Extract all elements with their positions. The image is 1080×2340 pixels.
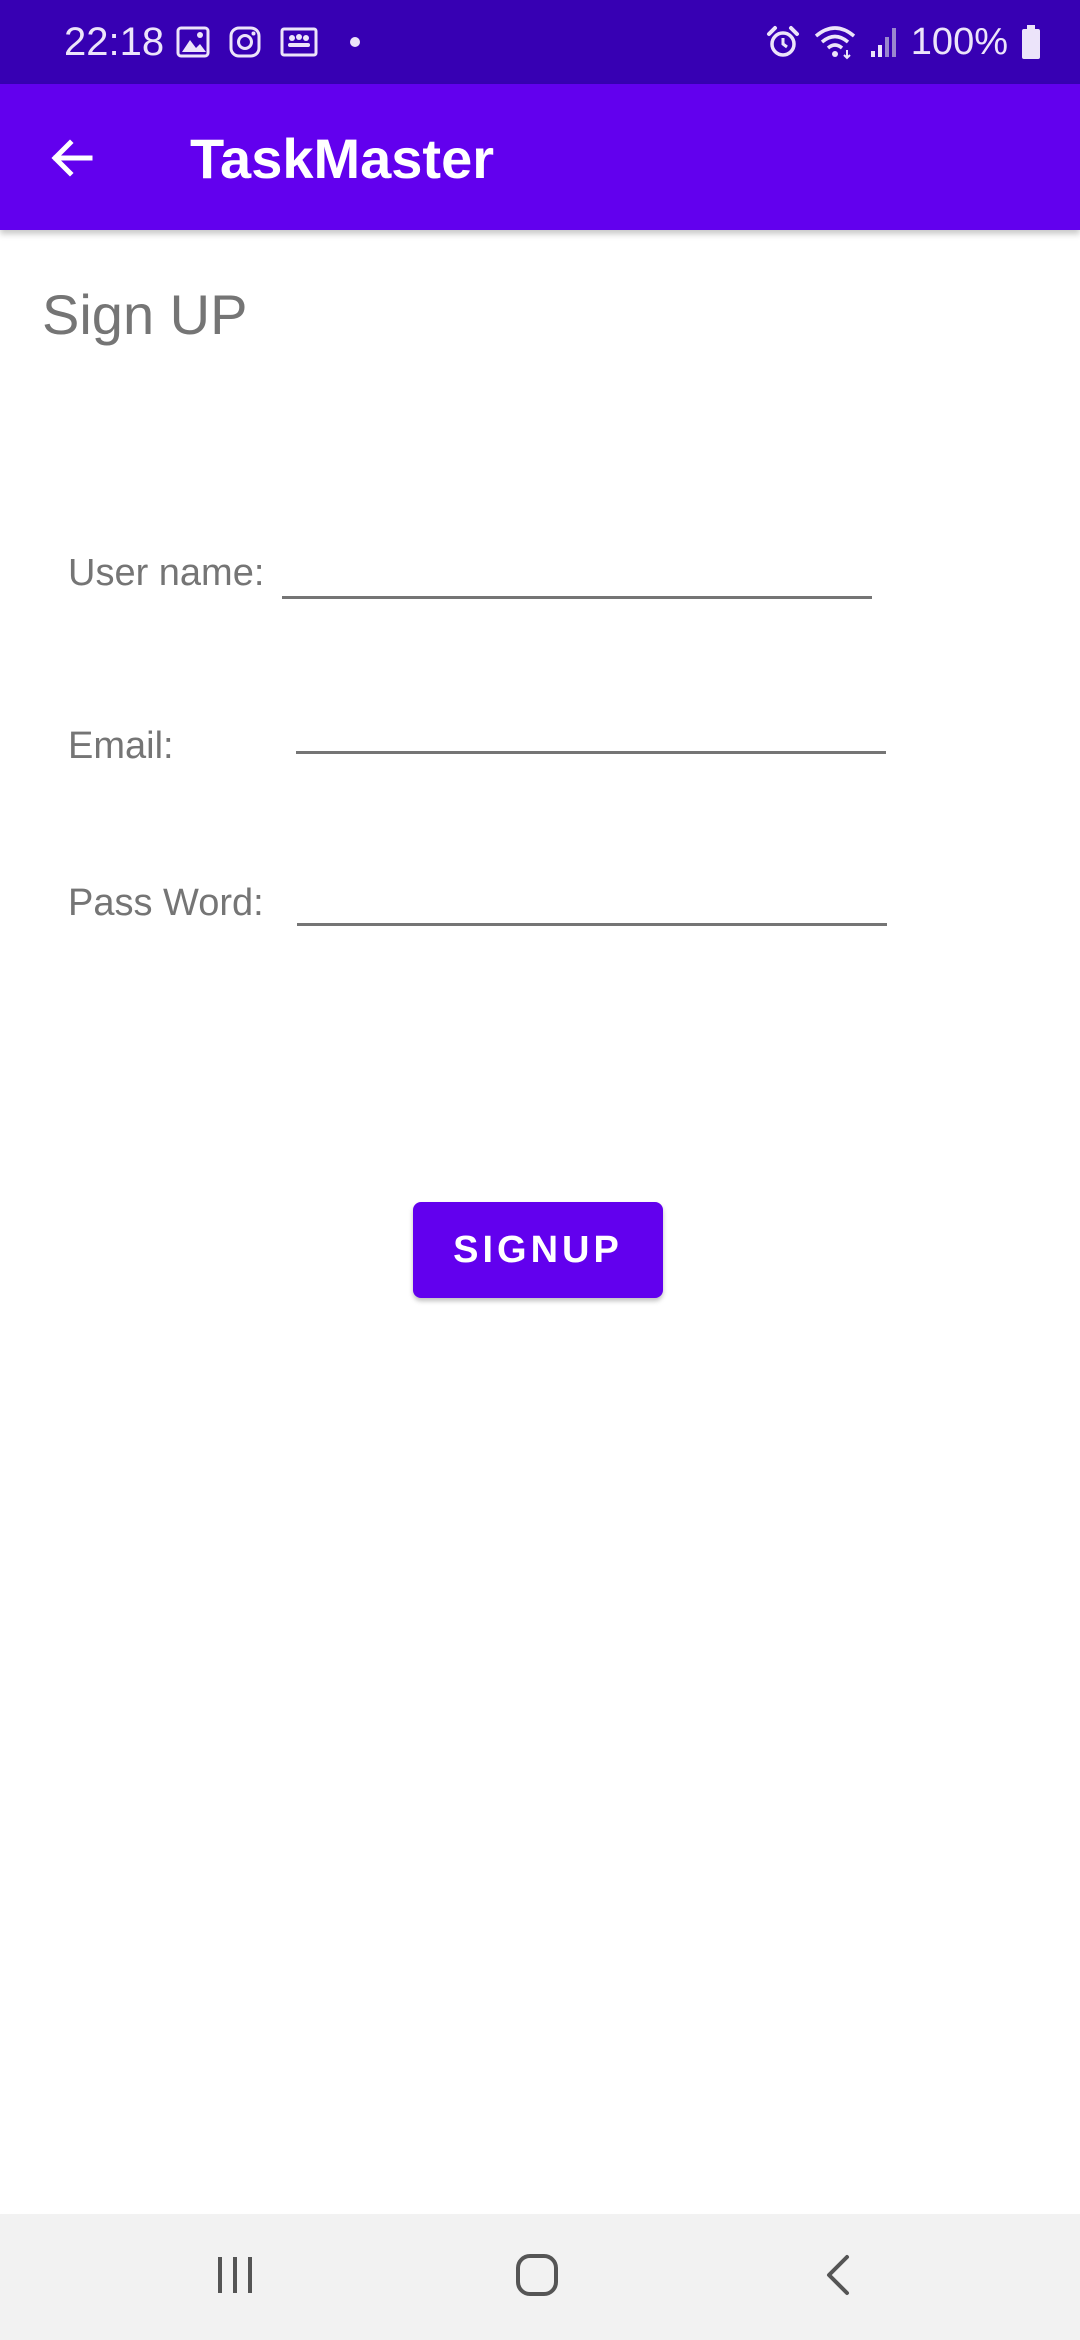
home-icon bbox=[513, 2251, 561, 2304]
password-input[interactable] bbox=[297, 863, 887, 926]
password-label: Pass Word: bbox=[68, 882, 264, 924]
status-notification-icons bbox=[176, 22, 360, 62]
teams-icon bbox=[280, 27, 318, 57]
signup-button[interactable]: SIGNUP bbox=[413, 1202, 663, 1298]
app-title: TaskMaster bbox=[190, 127, 495, 190]
back-button[interactable] bbox=[36, 124, 108, 196]
email-label: Email: bbox=[68, 725, 174, 767]
recent-apps-button[interactable] bbox=[135, 2214, 335, 2340]
recent-apps-icon bbox=[213, 2253, 257, 2302]
app-bar: TaskMaster bbox=[0, 84, 1080, 230]
alarm-icon bbox=[765, 24, 801, 60]
status-time: 22:18 bbox=[64, 20, 165, 64]
nav-back-button[interactable] bbox=[739, 2214, 939, 2340]
instagram-icon bbox=[228, 25, 262, 59]
status-bar: 22:18 100% bbox=[0, 0, 1080, 84]
arrow-back-icon bbox=[48, 134, 96, 187]
wifi-icon bbox=[813, 24, 857, 60]
status-system-icons: 100% bbox=[765, 18, 1042, 66]
home-button[interactable] bbox=[437, 2214, 637, 2340]
battery-icon bbox=[1020, 24, 1042, 60]
username-input[interactable] bbox=[282, 536, 872, 599]
email-input[interactable] bbox=[296, 691, 886, 754]
signup-screen: 22:18 100% TaskMaster Sign UP User name:… bbox=[0, 0, 1080, 2340]
notification-dot-icon bbox=[350, 37, 360, 47]
gallery-icon bbox=[176, 26, 210, 58]
signal-icon bbox=[869, 25, 899, 59]
system-nav-bar bbox=[0, 2214, 1080, 2340]
back-icon bbox=[817, 2251, 861, 2304]
username-label: User name: bbox=[68, 552, 265, 594]
battery-percent: 100% bbox=[910, 21, 1008, 63]
page-title: Sign UP bbox=[42, 283, 248, 346]
